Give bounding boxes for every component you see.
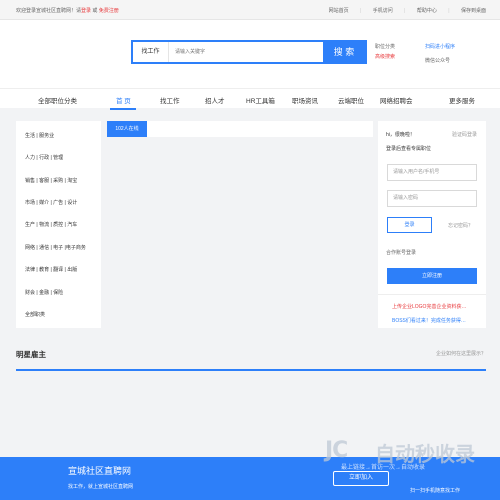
category-item[interactable]: 销售 | 客服 | 采购 | 淘宝 xyxy=(25,177,77,184)
nav-find-job[interactable]: 找工作 xyxy=(160,95,180,105)
showcase-question-link[interactable]: 企业如何在这里展示？ xyxy=(436,350,486,357)
verify-code-login-link[interactable]: 验证码登录 xyxy=(452,131,477,138)
category-item[interactable]: 网络 | 通信 | 电子 |电子商务 xyxy=(25,244,86,251)
promo-link[interactable]: 上传企业LOGO完善企业资料获… xyxy=(392,303,466,310)
footer-title: 宣城社区直聘网 xyxy=(68,466,132,476)
footer-subtitle: 找工作，就上宣城社区直聘网 xyxy=(68,484,134,490)
nav-hr-tools[interactable]: HR工具箱 xyxy=(246,95,275,105)
help-link[interactable]: 帮助中心 xyxy=(417,8,437,14)
nav-more[interactable]: 更多服务 xyxy=(449,95,475,105)
password-field[interactable]: 请输入密码 xyxy=(387,190,477,207)
nav-cloud-jobs[interactable]: 云端职位 xyxy=(338,95,364,105)
register-link[interactable]: 免费注册 xyxy=(99,8,119,14)
partner-login-label[interactable]: 合作账号登录 xyxy=(386,249,416,256)
top-bar: 欢迎登录宣城社区直聘网！请登录 或 免费注册 网站首页 | 手机访问 | 帮助中… xyxy=(0,0,500,20)
login-link[interactable]: 登录 xyxy=(81,8,91,14)
header: 找工作 搜 索 职位分类 高级搜索 扫码进小程序 微信公众号 xyxy=(0,20,500,88)
qr-links: 扫码进小程序 微信公众号 xyxy=(425,42,455,66)
job-category-link[interactable]: 职位分类 xyxy=(375,42,395,52)
category-item[interactable]: 财会 | 金融 | 保险 xyxy=(25,289,63,296)
nav-all-categories[interactable]: 全部职位分类 xyxy=(38,95,77,105)
username-field[interactable]: 请输入用户名/手机号 xyxy=(387,164,477,181)
section-divider xyxy=(16,369,486,371)
advanced-search-link[interactable]: 高级搜索 xyxy=(375,52,395,62)
login-button[interactable]: 登录 xyxy=(387,217,432,233)
category-item[interactable]: 法律 | 教育 | 翻译 | 出版 xyxy=(25,266,77,273)
register-button[interactable]: 立即注册 xyxy=(387,268,477,284)
nav-recruit[interactable]: 招人才 xyxy=(205,95,225,105)
divider xyxy=(378,294,486,295)
wechat-account-link[interactable]: 微信公众号 xyxy=(425,56,455,66)
search-type-select[interactable]: 找工作 xyxy=(133,42,169,62)
promo-link[interactable]: BOSS们看过来！完成任务获得… xyxy=(392,317,466,324)
mini-program-link[interactable]: 扫码进小程序 xyxy=(425,42,455,52)
save-desktop-link[interactable]: 保存到桌面 xyxy=(461,8,486,14)
search-input[interactable] xyxy=(175,46,315,58)
login-hint: 登录后查看专属职位 xyxy=(386,146,432,152)
top-links: 网站首页 | 手机访问 | 帮助中心 | 保存到桌面 xyxy=(328,8,486,14)
watermark-subtext: 最上链接→首访一次→自动收录 xyxy=(341,465,426,471)
welcome-text: 欢迎登录宣城社区直聘网！请登录 或 免费注册 xyxy=(16,8,119,14)
category-item[interactable]: 生活 | 服务业 xyxy=(25,132,54,139)
home-link[interactable]: 网站首页 xyxy=(329,8,349,14)
category-panel: 生活 | 服务业 人力 | 行政 | 管理 销售 | 客服 | 采购 | 淘宝 … xyxy=(16,121,101,328)
forgot-password-link[interactable]: 忘记密码？ xyxy=(448,222,473,229)
nav-home[interactable]: 首 页 xyxy=(116,95,131,105)
category-item[interactable]: 市场 | 媒介 | 广告 | 设计 xyxy=(25,199,77,206)
greeting: hi，很晚啦！ xyxy=(386,132,415,138)
famous-employers-section: 明星雇主 企业如何在这里展示？ xyxy=(16,341,486,371)
search-box: 找工作 搜 索 xyxy=(131,40,367,64)
section-title: 明星雇主 xyxy=(16,350,46,359)
category-item-all[interactable]: 全部职类 xyxy=(25,311,45,318)
mobile-link[interactable]: 手机访问 xyxy=(373,8,393,14)
login-panel: hi，很晚啦！ 验证码登录 登录后查看专属职位 请输入用户名/手机号 请输入密码… xyxy=(378,121,486,328)
main-nav: 全部职位分类 首 页 找工作 招人才 HR工具箱 职场资讯 云端职位 网络招聘会… xyxy=(0,88,500,110)
watermark-logo: JC 自动秒收录 最上链接→首访一次→自动收录 xyxy=(325,436,490,481)
category-item[interactable]: 人力 | 行政 | 管理 xyxy=(25,154,63,161)
search-button[interactable]: 搜 索 xyxy=(323,42,365,62)
nav-news[interactable]: 职场资讯 xyxy=(292,95,318,105)
active-nav-underline xyxy=(110,108,136,110)
watermark-logo-icon: JC xyxy=(325,438,348,463)
category-item[interactable]: 生产 | 物流 | 质控 | 汽车 xyxy=(25,221,77,228)
online-tab-bar: 102人在线 xyxy=(107,121,373,137)
online-count-tab[interactable]: 102人在线 xyxy=(107,121,147,137)
scan-text: 扫一扫手机随意找工作 xyxy=(410,488,461,494)
nav-job-fair[interactable]: 网络招聘会 xyxy=(380,95,413,105)
header-links: 职位分类 高级搜索 xyxy=(375,42,395,62)
